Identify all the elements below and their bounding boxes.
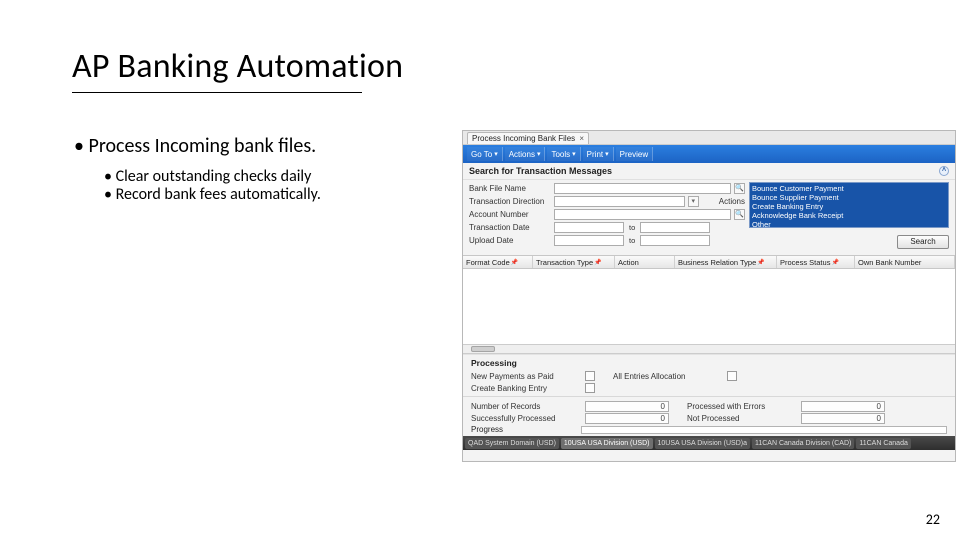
status-tab[interactable]: QAD System Domain (USD): [465, 438, 559, 449]
upload-date-to-input[interactable]: [640, 235, 710, 246]
processed-with-errors-label: Processed with Errors: [687, 402, 797, 411]
transaction-direction-label: Transaction Direction: [469, 197, 551, 206]
results-section: Number of Records 0 Successfully Processe…: [463, 396, 955, 426]
lookup-icon[interactable]: 🔍: [734, 183, 745, 194]
window-tab[interactable]: Process Incoming Bank Files ×: [467, 132, 589, 144]
to-label: to: [627, 223, 637, 232]
transaction-direction-input[interactable]: [554, 196, 685, 207]
actions-label: Actions: [719, 197, 745, 206]
pin-icon: 📌: [757, 259, 764, 266]
progress-bar: [581, 426, 947, 434]
bank-file-name-input[interactable]: [554, 183, 731, 194]
create-banking-entry-checkbox[interactable]: [585, 383, 595, 393]
goto-button[interactable]: Go To▾: [467, 147, 503, 161]
grid-scrollbar[interactable]: [463, 345, 955, 354]
account-number-label: Account Number: [469, 210, 551, 219]
processing-section: Processing New Payments as Paid Create B…: [463, 354, 955, 396]
app-window: Process Incoming Bank Files × Go To▾ Act…: [462, 130, 956, 462]
toolbar: Go To▾ Actions▾ Tools▾ Print▾ Preview: [463, 145, 955, 163]
account-number-input[interactable]: [554, 209, 731, 220]
col-process-status[interactable]: Process Status📌: [777, 256, 855, 268]
search-header-label: Search for Transaction Messages: [469, 166, 612, 176]
collapse-icon[interactable]: ˄: [939, 166, 949, 176]
bullet-1: Process Incoming bank files.: [74, 135, 321, 158]
progress-row: Progress: [463, 426, 955, 436]
all-entries-allocation-checkbox[interactable]: [727, 371, 737, 381]
print-button[interactable]: Print▾: [583, 147, 614, 161]
list-item[interactable]: Create Banking Entry: [752, 202, 946, 211]
progress-label: Progress: [471, 425, 581, 434]
tools-button[interactable]: Tools▾: [547, 147, 580, 161]
processing-header: Processing: [471, 358, 947, 368]
window-tab-label: Process Incoming Bank Files: [472, 134, 575, 143]
preview-button[interactable]: Preview: [616, 147, 653, 161]
page-number: 22: [926, 511, 940, 528]
new-payments-checkbox[interactable]: [585, 371, 595, 381]
col-own-bank-number[interactable]: Own Bank Number: [855, 256, 955, 268]
actions-button[interactable]: Actions▾: [505, 147, 546, 161]
processed-with-errors-value: 0: [801, 401, 885, 412]
col-format-code[interactable]: Format Code📌: [463, 256, 533, 268]
list-item[interactable]: Acknowledge Bank Receipt: [752, 211, 946, 220]
pin-icon: 📌: [594, 259, 601, 266]
successfully-processed-label: Successfully Processed: [471, 414, 581, 423]
status-tab[interactable]: 10USA USA Division (USD): [561, 438, 653, 449]
status-tab[interactable]: 10USA USA Division (USD)a: [655, 438, 750, 449]
chevron-down-icon: ▾: [572, 148, 576, 161]
grid-header: Format Code📌 Transaction Type📌 Action Bu…: [463, 255, 955, 269]
search-header: Search for Transaction Messages ˄: [463, 163, 955, 180]
col-transaction-type[interactable]: Transaction Type📌: [533, 256, 615, 268]
create-banking-entry-label: Create Banking Entry: [471, 384, 581, 393]
grid-body[interactable]: [463, 269, 955, 345]
col-action[interactable]: Action: [615, 256, 675, 268]
scrollbar-thumb[interactable]: [471, 346, 495, 352]
close-icon[interactable]: ×: [579, 134, 584, 143]
list-item[interactable]: Other: [752, 220, 946, 229]
search-button[interactable]: Search: [897, 235, 949, 249]
all-entries-allocation-label: All Entries Allocation: [613, 372, 723, 381]
bank-file-name-label: Bank File Name: [469, 184, 551, 193]
pin-icon: 📌: [831, 259, 838, 266]
slide-title: AP Banking Automation: [72, 46, 403, 87]
dropdown-icon[interactable]: ▾: [688, 196, 699, 207]
to-label: to: [627, 236, 637, 245]
search-form: Bank File Name 🔍 Transaction Direction ▾…: [463, 180, 955, 253]
not-processed-value: 0: [801, 413, 885, 424]
chevron-down-icon: ▾: [494, 148, 498, 161]
lookup-icon[interactable]: 🔍: [734, 209, 745, 220]
not-processed-label: Not Processed: [687, 414, 797, 423]
upload-date-label: Upload Date: [469, 236, 551, 245]
chevron-down-icon: ▾: [537, 148, 541, 161]
transaction-date-label: Transaction Date: [469, 223, 551, 232]
col-business-relation-type[interactable]: Business Relation Type📌: [675, 256, 777, 268]
number-of-records-label: Number of Records: [471, 402, 581, 411]
pin-icon: 📌: [511, 259, 518, 266]
bullet-1-1: Clear outstanding checks daily: [104, 168, 321, 186]
title-underline: [72, 92, 362, 93]
number-of-records-value: 0: [585, 401, 669, 412]
list-item[interactable]: Bounce Supplier Payment: [752, 193, 946, 202]
transaction-date-to-input[interactable]: [640, 222, 710, 233]
successfully-processed-value: 0: [585, 413, 669, 424]
status-tab[interactable]: 11CAN Canada: [856, 438, 911, 449]
upload-date-from-input[interactable]: [554, 235, 624, 246]
bullet-list: Process Incoming bank files. Clear outst…: [74, 135, 321, 205]
list-item[interactable]: Bounce Customer Payment: [752, 184, 946, 193]
status-bar: QAD System Domain (USD) 10USA USA Divisi…: [463, 436, 955, 450]
status-tab[interactable]: 11CAN Canada Division (CAD): [752, 438, 854, 449]
transaction-date-from-input[interactable]: [554, 222, 624, 233]
bullet-1-2: Record bank fees automatically.: [104, 186, 321, 204]
actions-listbox[interactable]: Bounce Customer Payment Bounce Supplier …: [749, 182, 949, 228]
new-payments-label: New Payments as Paid: [471, 372, 581, 381]
chevron-down-icon: ▾: [605, 148, 609, 161]
window-tabbar: Process Incoming Bank Files ×: [463, 131, 955, 145]
